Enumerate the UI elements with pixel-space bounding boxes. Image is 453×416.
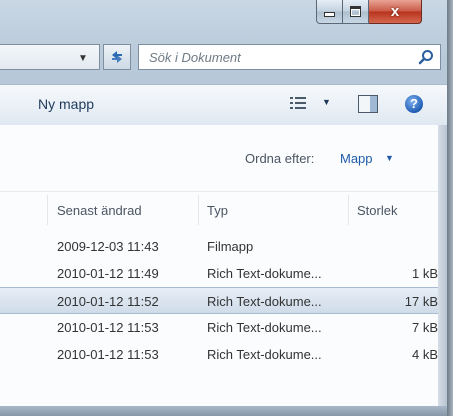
column-header: Senast ändrad Typ Storlek bbox=[0, 193, 438, 229]
address-bar[interactable]: ▼ bbox=[0, 44, 100, 70]
row-type: Rich Text-dokume... bbox=[207, 266, 322, 281]
row-size: 17 kB bbox=[404, 294, 438, 309]
maximize-icon bbox=[350, 6, 361, 17]
navigation-row: ▼ Sök i Dokument bbox=[0, 44, 447, 72]
row-size: 7 kB bbox=[411, 320, 438, 335]
maximize-button[interactable] bbox=[343, 0, 369, 24]
views-dropdown-icon[interactable]: ▼ bbox=[322, 97, 331, 107]
divider bbox=[0, 191, 438, 192]
row-type: Rich Text-dokume... bbox=[207, 294, 322, 309]
sort-dropdown[interactable]: Mapp bbox=[340, 151, 373, 166]
command-bar: Ny mapp ▼ ? bbox=[0, 84, 447, 126]
table-row-selected[interactable]: 2010-01-12 11:52 Rich Text-dokume... 17 … bbox=[0, 287, 438, 314]
file-list-pane: Ordna efter: Mapp ▼ Senast ändrad Typ St… bbox=[0, 125, 438, 406]
new-folder-button[interactable]: Ny mapp bbox=[38, 96, 94, 112]
table-row[interactable]: 2010-01-12 11:53 Rich Text-dokume... 7 k… bbox=[0, 314, 438, 341]
search-icon[interactable] bbox=[418, 49, 434, 65]
minimize-icon bbox=[324, 12, 335, 17]
row-date: 2010-01-12 11:53 bbox=[57, 320, 159, 335]
row-type: Filmapp bbox=[207, 239, 254, 254]
caption-buttons: x bbox=[316, 0, 422, 25]
table-row[interactable]: 2010-01-12 11:49 Rich Text-dokume... 1 k… bbox=[0, 260, 438, 287]
chevron-down-icon[interactable]: ▼ bbox=[385, 153, 394, 163]
row-date: 2010-01-12 11:52 bbox=[57, 294, 159, 309]
table-row[interactable]: 2010-01-12 11:53 Rich Text-dokume... 4 k… bbox=[0, 341, 438, 368]
explorer-window: x ▼ Sök i Dokument Ny mapp ▼ ? Ordna eft… bbox=[0, 0, 448, 416]
chevron-down-icon[interactable]: ▼ bbox=[78, 53, 88, 64]
help-button[interactable]: ? bbox=[405, 95, 423, 113]
row-size: 1 kB bbox=[411, 266, 438, 281]
preview-pane-icon[interactable] bbox=[358, 95, 378, 113]
help-icon: ? bbox=[410, 96, 418, 111]
file-rows: 2009-12-03 11:43 Filmapp 2010-01-12 11:4… bbox=[0, 233, 438, 368]
views-list-icon[interactable] bbox=[290, 96, 306, 110]
close-button[interactable]: x bbox=[369, 0, 422, 24]
search-box[interactable]: Sök i Dokument bbox=[138, 44, 441, 70]
window-bottom-border bbox=[0, 406, 447, 416]
column-separator[interactable] bbox=[198, 195, 199, 225]
column-size[interactable]: Storlek bbox=[357, 203, 397, 218]
row-type: Rich Text-dokume... bbox=[207, 320, 322, 335]
row-size: 4 kB bbox=[411, 347, 438, 362]
search-input[interactable]: Sök i Dokument bbox=[149, 50, 241, 65]
row-type: Rich Text-dokume... bbox=[207, 347, 322, 362]
table-row[interactable]: 2009-12-03 11:43 Filmapp bbox=[0, 233, 438, 260]
row-date: 2009-12-03 11:43 bbox=[57, 239, 159, 254]
sort-label: Ordna efter: bbox=[245, 151, 315, 166]
window-shadow bbox=[447, 0, 453, 416]
refresh-button[interactable] bbox=[103, 44, 131, 70]
column-separator[interactable] bbox=[47, 195, 48, 225]
minimize-button[interactable] bbox=[316, 0, 343, 24]
close-icon: x bbox=[390, 3, 400, 20]
column-separator[interactable] bbox=[348, 195, 349, 225]
refresh-icon bbox=[112, 51, 122, 63]
row-date: 2010-01-12 11:53 bbox=[57, 347, 159, 362]
column-type[interactable]: Typ bbox=[207, 203, 228, 218]
scrollbar-edge[interactable] bbox=[438, 125, 447, 406]
column-date-modified[interactable]: Senast ändrad bbox=[57, 203, 142, 218]
row-date: 2010-01-12 11:49 bbox=[57, 266, 159, 281]
